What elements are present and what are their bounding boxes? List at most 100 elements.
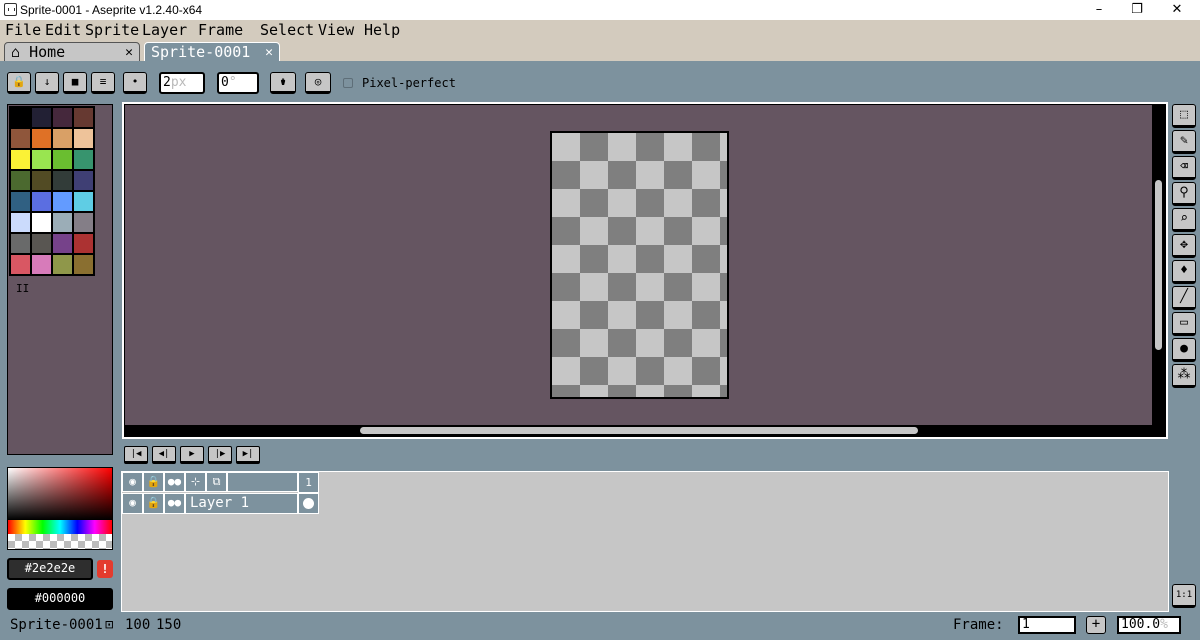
first-frame-button[interactable]: |◀ — [124, 446, 148, 464]
palette-swatch[interactable] — [52, 170, 73, 191]
palette-swatch[interactable] — [10, 149, 31, 170]
color-warning-icon[interactable]: ! — [97, 560, 113, 578]
palette-swatch[interactable] — [52, 233, 73, 254]
palette-swatch[interactable] — [52, 212, 73, 233]
rectangle-tool-button[interactable]: ▭ — [1172, 312, 1196, 336]
tab-sprite-close-icon[interactable]: ✕ — [265, 43, 273, 62]
move-tool-button[interactable]: ✥ — [1172, 234, 1196, 258]
onion-skin-icon[interactable]: ⊹ — [185, 472, 206, 492]
layer-lock-icon[interactable]: 🔒 — [143, 493, 164, 514]
palette-swatch[interactable] — [31, 254, 52, 275]
palette-swatch[interactable] — [10, 254, 31, 275]
dock-down-button[interactable]: ↓ — [35, 72, 59, 94]
symmetry-button[interactable]: ◎ — [305, 72, 331, 94]
palette-swatch[interactable] — [10, 128, 31, 149]
palette-swatch[interactable] — [52, 191, 73, 212]
alpha-slider[interactable] — [8, 534, 112, 549]
layer-name[interactable]: Layer 1 — [185, 493, 298, 514]
palette-swatch[interactable] — [10, 107, 31, 128]
menu-select[interactable]: Select — [260, 20, 314, 40]
paint-bucket-icon: ♦ — [1180, 263, 1188, 278]
palette-swatch[interactable] — [10, 170, 31, 191]
palette-swatch[interactable] — [31, 212, 52, 233]
layer-visibility-icon[interactable]: ◉ — [122, 493, 143, 514]
palette-swatch[interactable] — [73, 149, 94, 170]
lock-header-icon[interactable]: 🔒 — [143, 472, 164, 492]
palette-swatch[interactable] — [31, 149, 52, 170]
last-frame-button[interactable]: ▶| — [236, 446, 260, 464]
layer-continuous-icon[interactable]: ●● — [164, 493, 185, 514]
palette-swatch[interactable] — [73, 212, 94, 233]
foreground-color-button[interactable]: #2e2e2e — [7, 558, 93, 580]
spray-tool-button[interactable]: ⁂ — [1172, 364, 1196, 388]
palette-swatch[interactable] — [73, 128, 94, 149]
palette-swatch[interactable] — [73, 233, 94, 254]
play-button[interactable]: ▶ — [180, 446, 204, 464]
palette-swatch[interactable] — [10, 191, 31, 212]
brush-shape-button[interactable]: ■ — [63, 72, 87, 94]
palette-swatch[interactable] — [52, 149, 73, 170]
pencil-tool-button[interactable]: ✎ — [1172, 130, 1196, 154]
menu-sprite[interactable]: Sprite — [85, 20, 139, 40]
tab-sprite[interactable]: Sprite-0001 ✕ — [144, 42, 280, 62]
close-window-button[interactable]: ✕ — [1154, 0, 1200, 20]
zoom-input[interactable]: 100.0% — [1117, 616, 1181, 634]
dot-brush-icon: • — [131, 75, 139, 88]
palette-swatch[interactable] — [73, 170, 94, 191]
palette-swatch[interactable] — [10, 212, 31, 233]
lock-alpha-button[interactable]: 🔒 — [7, 72, 31, 94]
palette-swatch[interactable] — [52, 107, 73, 128]
sprite-canvas[interactable] — [550, 131, 729, 399]
frame-header[interactable]: 1 — [298, 472, 319, 493]
blur-tool-button[interactable]: ● — [1172, 338, 1196, 362]
pixel-perfect-checkbox[interactable] — [343, 78, 353, 88]
menu-help[interactable]: Help — [364, 20, 400, 40]
zoom-tool-button[interactable]: ⌕ — [1172, 208, 1196, 232]
next-frame-button[interactable]: |▶ — [208, 446, 232, 464]
visibility-header-icon[interactable]: ◉ — [122, 472, 143, 492]
brush-menu-button[interactable]: ≡ — [91, 72, 115, 94]
background-color-button[interactable]: #000000 — [7, 588, 113, 610]
eyedropper-tool-button[interactable]: ⚲ — [1172, 182, 1196, 206]
menu-layer[interactable]: Layer — [142, 20, 187, 40]
horizontal-scrollbar[interactable] — [360, 427, 918, 434]
paint-bucket-tool-button[interactable]: ♦ — [1172, 260, 1196, 284]
palette-swatch[interactable] — [52, 254, 73, 275]
menu-view[interactable]: View — [318, 20, 354, 40]
frame-input[interactable]: 1 — [1018, 616, 1076, 634]
palette-swatch[interactable] — [73, 254, 94, 275]
palette-swatch[interactable] — [73, 107, 94, 128]
cel-dot-icon — [303, 498, 314, 509]
previous-frame-button[interactable]: ◀| — [152, 446, 176, 464]
palette-swatch[interactable] — [31, 233, 52, 254]
brush-size-field[interactable]: 2px — [159, 72, 205, 94]
palette-swatch[interactable] — [31, 170, 52, 191]
continuous-header-icon[interactable]: ●● — [164, 472, 185, 492]
palette-swatch[interactable] — [52, 128, 73, 149]
layer-options-icon[interactable]: ⧉ — [206, 472, 227, 492]
palette-swatch[interactable] — [10, 233, 31, 254]
hue-slider[interactable] — [8, 520, 112, 534]
vertical-scrollbar[interactable] — [1155, 180, 1162, 350]
palette-swatch[interactable] — [31, 107, 52, 128]
brush-size-unit: px — [170, 75, 187, 90]
palette-swatch[interactable] — [73, 191, 94, 212]
menu-lines-icon: ≡ — [99, 75, 107, 88]
tab-home[interactable]: ⌂ Home ✕ — [4, 42, 140, 62]
menu-file[interactable]: File — [5, 20, 41, 40]
palette-resize-handle[interactable]: II — [16, 282, 29, 295]
tab-home-close-icon[interactable]: ✕ — [125, 43, 133, 62]
add-frame-button[interactable]: + — [1086, 616, 1106, 634]
ink-type-button[interactable]: ⚱ — [270, 72, 296, 94]
marquee-tool-button[interactable]: ⬚ — [1172, 104, 1196, 128]
menu-frame[interactable]: Frame — [198, 20, 243, 40]
menu-edit[interactable]: Edit — [45, 20, 81, 40]
palette-swatch[interactable] — [31, 191, 52, 212]
brush-angle-field[interactable]: 0° — [217, 72, 259, 94]
line-tool-button[interactable]: ╱ — [1172, 286, 1196, 310]
eraser-tool-button[interactable]: ⌫ — [1172, 156, 1196, 180]
brush-type-button[interactable]: • — [123, 72, 147, 94]
one-to-one-button[interactable]: 1:1 — [1172, 584, 1196, 608]
saturation-value-area[interactable] — [8, 468, 112, 520]
palette-swatch[interactable] — [31, 128, 52, 149]
